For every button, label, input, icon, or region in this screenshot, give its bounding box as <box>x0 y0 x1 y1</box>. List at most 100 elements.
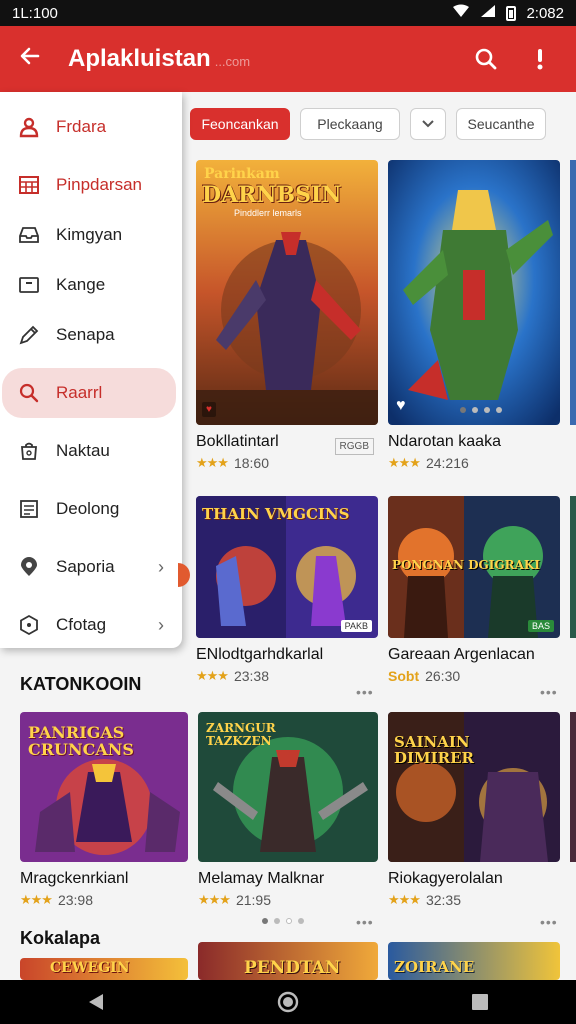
drawer-item-selected[interactable]: Raarrl <box>2 368 176 418</box>
game-thumbnail: ZARNGUR TAZKZEN <box>198 712 378 862</box>
exclamation-icon <box>537 49 543 70</box>
game-card[interactable]: PANRIGAS CRUNCANS Mragckenrkianl ★★★ 23:… <box>20 712 188 908</box>
game-banner: PENDTAN <box>244 958 341 978</box>
search-button[interactable] <box>468 41 504 77</box>
window-icon <box>18 274 40 296</box>
app-title: Aplakluistan ...com <box>60 45 468 73</box>
wifi-icon <box>452 4 470 22</box>
chevron-right-icon: › <box>158 614 164 635</box>
nav-back-button[interactable] <box>81 987 111 1017</box>
game-thumbnail: PONGNAN DGIGRAKI BAS <box>388 496 560 638</box>
game-name: ENlodtgarhdkarlal <box>196 646 324 663</box>
section-title: KATONKOOIN <box>20 674 142 694</box>
game-thumbnail: SAINAIN DIMIRER <box>388 712 560 862</box>
nav-recents-button[interactable] <box>465 987 495 1017</box>
game-banner: CEWEGIN <box>50 960 130 976</box>
drawer-item[interactable]: Pinpdarsan <box>0 160 182 210</box>
user-group-icon <box>18 116 40 138</box>
game-card[interactable]: CEWEGIN <box>20 958 188 980</box>
game-thumbnail: ♥ <box>388 160 560 425</box>
chip-2[interactable]: Seucanthe <box>456 108 546 140</box>
game-card[interactable]: Parinkam DARNBSIN Pinddlerr lemarls ♥ Bo… <box>196 160 378 471</box>
game-banner: PANRIGAS CRUNCANS <box>28 723 134 759</box>
rating-badge: PAKB <box>340 620 372 632</box>
game-thumbnail: Parinkam DARNBSIN Pinddlerr lemarls ♥ <box>196 160 378 425</box>
game-thumbnail: THAIN VMGCINS PAKB <box>196 496 378 638</box>
drawer-item[interactable]: Naktau <box>0 426 182 476</box>
drawer-item[interactable]: Deolong <box>0 484 182 534</box>
nav-home-button[interactable] <box>273 987 303 1017</box>
drawer-item[interactable]: Kange <box>0 260 182 310</box>
game-card[interactable]: THAIN VMGCINS PAKB ENlodtgarhdkarlal ★★★… <box>196 496 378 684</box>
game-banner: ZARNGUR TAZKZEN <box>206 721 276 748</box>
more-options-icon[interactable]: ••• <box>540 914 558 930</box>
game-card[interactable]: SAINAIN DIMIRER Riokagyerolalan ★★★ 32:3… <box>388 712 560 908</box>
game-rating: ★★★ 32:35 <box>388 892 560 908</box>
drawer-item[interactable]: Senapa <box>0 310 182 360</box>
banner-top: Parinkam <box>204 166 280 182</box>
status-clock: 2:082 <box>526 4 564 22</box>
star-rating-icon: ★★★ <box>388 892 421 907</box>
game-rating: ★★★ 18:60 <box>196 455 378 471</box>
game-banner: ZOIRANE <box>394 958 475 976</box>
rating-value: 23:98 <box>57 892 94 908</box>
chip-dropdown[interactable] <box>410 108 446 140</box>
game-card[interactable]: PENDTAN <box>198 942 378 980</box>
drawer-item-label: Frdara <box>56 117 107 136</box>
app-title-suffix: ...com <box>214 54 251 69</box>
alert-button[interactable] <box>522 41 558 77</box>
more-options-icon[interactable]: ••• <box>356 914 374 930</box>
thumb-label: ♥ <box>202 402 216 417</box>
more-options-icon[interactable]: ••• <box>356 684 374 700</box>
signal-icon <box>480 4 496 22</box>
rating-value: 26:30 <box>425 668 461 684</box>
rating-value: 24:216 <box>425 455 469 471</box>
calendar-grid-icon <box>18 174 40 196</box>
battery-icon <box>506 5 517 21</box>
drawer-item-label: Saporia <box>56 557 115 576</box>
drawer-item[interactable]: Saporia › <box>0 542 182 592</box>
status-bar: 1L:100 2:082 <box>0 0 576 26</box>
game-name: Melamay Malknar <box>198 870 325 887</box>
back-button[interactable] <box>0 26 60 92</box>
heart-icon: ♥ <box>206 404 212 415</box>
game-name: Riokagyerolalan <box>388 870 503 887</box>
chevron-down-icon <box>422 120 434 128</box>
age-badge: RGGB <box>334 438 374 455</box>
game-name: Gareaan Argenlacan <box>388 646 535 663</box>
star-rating-icon: ★★★ <box>388 455 421 470</box>
drawer-item[interactable]: Frdara <box>0 102 182 152</box>
game-rating: ★★★ 23:38 <box>196 668 378 684</box>
bag-icon <box>18 440 40 462</box>
game-rating: Sobt 26:30 <box>388 668 560 684</box>
drawer-item[interactable]: Cfotag › <box>0 600 182 650</box>
drawer-item-label: Naktau <box>56 441 110 460</box>
peek-card <box>570 160 576 425</box>
square-recents-icon <box>472 994 488 1010</box>
appbar-actions <box>468 41 576 77</box>
top-app-bar: Aplakluistan ...com <box>0 26 576 92</box>
drawer-item[interactable]: Kimgyan <box>0 210 182 260</box>
peek-card <box>570 496 576 638</box>
game-banner: DARNBSIN <box>202 182 342 208</box>
system-nav-bar <box>0 980 576 1024</box>
drawer-handle[interactable] <box>178 563 190 587</box>
rating-badge: BAS <box>527 620 554 632</box>
chip-1[interactable]: Pleckaang <box>300 108 400 140</box>
drawer-item-label: Cfotag <box>56 615 107 634</box>
game-card[interactable]: ZOIRANE <box>388 942 560 980</box>
star-rating-icon: ★★★ <box>196 668 229 683</box>
shield-icon: ♥ <box>396 397 406 414</box>
chip-0[interactable]: Feoncankan <box>190 108 290 140</box>
game-card[interactable]: PONGNAN DGIGRAKI BAS Gareaan Argenlacan … <box>388 496 560 684</box>
hexagon-icon <box>18 614 40 636</box>
game-card[interactable]: ZARNGUR TAZKZEN Melamay Malknar ★★★ 21:9… <box>198 712 378 908</box>
game-thumbnail: PENDTAN <box>198 942 378 980</box>
rating-value: 21:95 <box>235 892 272 908</box>
search-icon <box>18 382 40 404</box>
more-options-icon[interactable]: ••• <box>540 684 558 700</box>
game-card[interactable]: ♥ Ndarotan kaaka ★★★ 24:216 <box>388 160 560 471</box>
filter-chips: Feoncankan Pleckaang Seucanthe <box>190 108 546 140</box>
rating-value: 32:35 <box>425 892 462 908</box>
location-pin-icon <box>18 556 40 578</box>
